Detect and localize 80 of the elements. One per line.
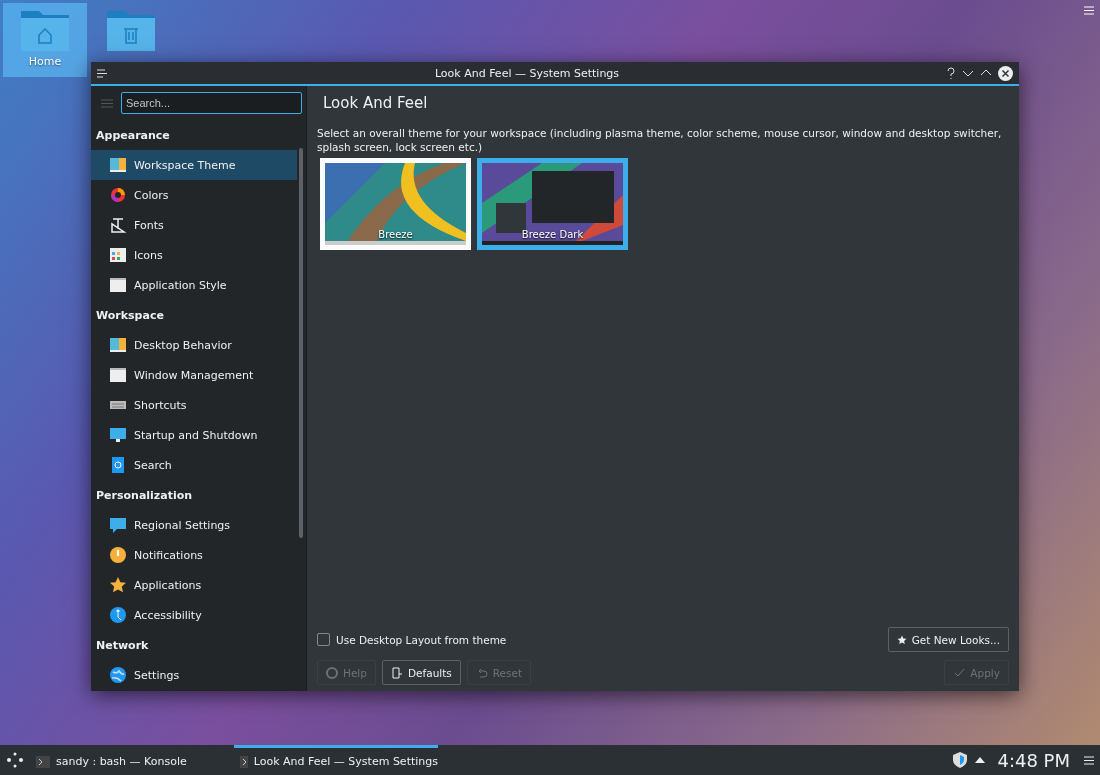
sidebar-item-label: Regional Settings	[134, 518, 231, 532]
sidebar-section-title: Workspace	[95, 307, 165, 324]
sidebar-item[interactable]: Regional Settings	[91, 510, 297, 540]
sidebar-item-label: Applications	[134, 578, 202, 592]
star-icon	[896, 634, 907, 645]
picture-icon	[109, 156, 127, 174]
maximize-icon[interactable]	[980, 68, 992, 78]
font-icon	[109, 216, 127, 234]
sidebar-item[interactable]: Fonts	[91, 210, 297, 240]
window-icon	[109, 276, 127, 294]
sidebar-section-title: Personalization	[95, 487, 194, 504]
sidebar-item[interactable]: Application Style	[91, 270, 297, 300]
document-icon	[390, 666, 403, 679]
home-folder-icon	[21, 9, 69, 51]
help-icon[interactable]	[946, 67, 956, 79]
terminal-icon	[36, 755, 50, 768]
monitor-icon	[109, 426, 127, 444]
sidebar-item[interactable]: Settings	[91, 660, 297, 690]
search-field[interactable]: Search...	[121, 92, 302, 114]
sidebar-item-label: Window Management	[134, 368, 254, 382]
star-icon	[109, 576, 127, 594]
sidebar-item-label: Search	[134, 458, 172, 472]
theme-thumbnail[interactable]: Breeze	[320, 158, 471, 250]
taskbar-task[interactable]: Look And Feel — System Settings	[234, 745, 438, 775]
window-menu-icon[interactable]	[97, 68, 108, 78]
expand-arrow-icon[interactable]	[975, 757, 986, 763]
terminal-icon	[240, 755, 248, 768]
sidebar-item[interactable]: Applications	[91, 570, 297, 600]
sidebar-item[interactable]: Notifications	[91, 540, 297, 570]
sidebar-item[interactable]: Shortcuts	[91, 390, 297, 420]
picture-icon	[109, 336, 127, 354]
page-heading: Look And Feel	[322, 93, 429, 114]
sidebar-item-label: Shortcuts	[134, 398, 187, 412]
lifebuoy-icon	[326, 666, 338, 679]
sidebar-item[interactable]: Icons	[91, 240, 297, 270]
page-description: Select an overall theme for your workspace (including plasma theme, color scheme, mouse cursor, window and desktop switcher, splash screen, lock screen etc.)	[317, 126, 1003, 154]
checkmark-icon	[953, 666, 966, 679]
dialog-button[interactable]: Defaults	[381, 660, 461, 685]
minimize-icon[interactable]	[962, 68, 974, 78]
sidebar-item-label: Colors	[134, 188, 169, 202]
sidebar-item[interactable]: Accessibility	[91, 600, 297, 630]
theme-label: Breeze	[377, 229, 414, 240]
sidebar-section-title: Network	[95, 637, 150, 654]
sidebar-item[interactable]: Desktop Behavior	[91, 330, 297, 360]
close-icon[interactable]	[998, 65, 1013, 81]
color-wheel-icon	[109, 186, 127, 204]
sidebar-item-label: Workspace Theme	[134, 158, 236, 172]
taskbar-task[interactable]: sandy : bash — Konsole	[30, 745, 234, 775]
trash-folder-icon	[107, 9, 155, 51]
sidebar-item-label: Settings	[134, 668, 180, 682]
window-title: Look And Feel — System Settings	[433, 66, 621, 80]
sidebar-item[interactable]: Workspace Theme	[91, 150, 297, 180]
sidebar-item[interactable]: Colors	[91, 180, 297, 210]
sidebar-item-label: Application Style	[134, 278, 227, 292]
sidebar-item-label: Notifications	[134, 548, 203, 562]
sidebar-item[interactable]: Search	[91, 450, 297, 480]
checkbox-label: Use Desktop Layout from theme	[336, 633, 507, 646]
clock: 4:48 PM	[997, 749, 1070, 771]
window-icon	[109, 366, 127, 384]
sidebar-item-label: Accessibility	[134, 608, 202, 622]
theme-label: Breeze Dark	[520, 229, 585, 240]
sidebar-item-label: Desktop Behavior	[134, 338, 232, 352]
sidebar-item[interactable]: Window Management	[91, 360, 297, 390]
scrollbar[interactable]	[299, 148, 303, 538]
theme-thumbnail[interactable]: Breeze Dark	[477, 158, 628, 250]
sidebar-item-label: Fonts	[134, 218, 164, 232]
speech-bubble-icon	[109, 516, 127, 534]
globe-icon	[109, 666, 127, 684]
icons-grid-icon	[109, 246, 127, 264]
get-new-looks-button[interactable]: Get New Looks...	[887, 627, 1009, 652]
desktop-icon-label: Home	[28, 55, 62, 68]
sidebar-section-title: Appearance	[95, 127, 171, 144]
accessibility-icon	[109, 606, 127, 624]
shield-icon[interactable]	[953, 752, 968, 768]
sidebar-item[interactable]: Startup and Shutdown	[91, 420, 297, 450]
checkbox[interactable]	[317, 633, 330, 646]
sidebar-item-label: Icons	[134, 248, 163, 262]
notification-icon	[109, 546, 127, 564]
sidebar-item-label: Startup and Shutdown	[134, 428, 258, 442]
search-document-icon	[109, 456, 127, 474]
